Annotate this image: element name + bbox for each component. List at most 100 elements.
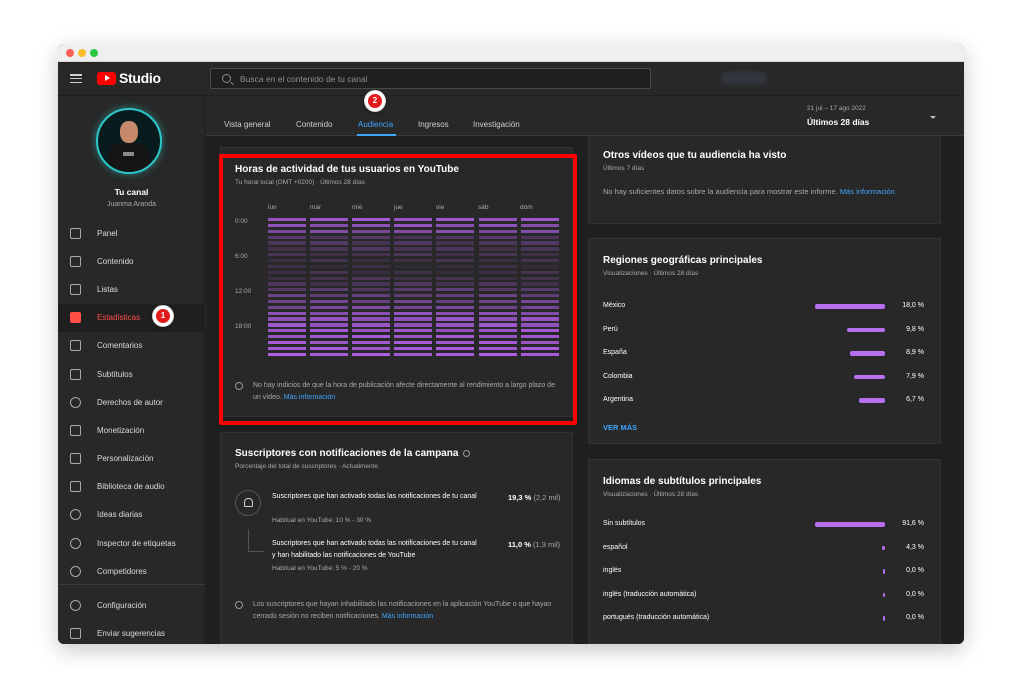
row-pct: 0,0 %	[906, 567, 924, 574]
sidebar-item-derechos[interactable]: Derechos de autor	[58, 388, 205, 416]
heatmap-cell	[394, 352, 433, 356]
tab-contenido[interactable]: Contenido	[296, 120, 332, 129]
sidebar-item-comentarios[interactable]: Comentarios	[58, 332, 205, 360]
heatmap-day-label: lun	[268, 204, 277, 211]
heatmap-cell	[352, 288, 391, 292]
sidebar-item-panel[interactable]: Panel	[58, 219, 205, 247]
heatmap-cell	[268, 218, 306, 222]
search-icon[interactable]	[222, 74, 231, 83]
subscriber-row-pct: 19,3 % (2,2 mil)	[508, 493, 561, 502]
heatmap-cell	[436, 264, 475, 269]
row-label: Argentina	[603, 396, 633, 403]
heatmap-cell	[310, 346, 349, 350]
heatmap-cell	[478, 247, 517, 251]
heatmap-cell	[436, 247, 475, 251]
heatmap-cell	[436, 276, 475, 280]
subscribers-title: Suscriptores con notificaciones de la ca…	[235, 448, 459, 459]
heatmap-cell	[436, 253, 475, 257]
heatmap-cell	[268, 270, 306, 274]
heatmap-cell	[520, 223, 559, 228]
channel-avatar[interactable]	[96, 108, 162, 174]
tab-vista-general[interactable]: Vista general	[224, 120, 271, 129]
row-bar	[883, 569, 885, 574]
ver-mas-button[interactable]: VER MÁS	[603, 423, 637, 432]
sidebar-item-configuracion[interactable]: Configuración	[58, 591, 205, 619]
sidebar-item-sugerencias[interactable]: Enviar sugerencias	[58, 619, 205, 644]
sidebar-item-inspector[interactable]: Inspector de etiquetas	[58, 529, 205, 557]
heatmap-cell	[478, 299, 517, 304]
heatmap-cell	[268, 335, 306, 339]
tab-audiencia[interactable]: Audiencia	[358, 120, 393, 129]
heatmap-cell	[310, 305, 349, 310]
row-pct: 0,0 %	[906, 614, 924, 621]
heatmap-cell	[268, 247, 306, 251]
sidebar-item-label: Listas	[97, 284, 118, 294]
heatmap-cell	[268, 329, 306, 333]
tab-ingresos[interactable]: Ingresos	[418, 120, 449, 129]
heatmap-cell	[436, 346, 475, 350]
tab-investigacion[interactable]: Investigación	[473, 120, 520, 129]
playlist-icon	[70, 283, 81, 295]
sidebar-item-label: Inspector de etiquetas	[97, 538, 176, 548]
heatmap-cell	[394, 229, 433, 233]
heatmap-cell	[352, 311, 391, 315]
heatmap-cell	[436, 299, 475, 304]
sidebar-item-label: Derechos de autor	[97, 397, 163, 407]
gear-icon	[70, 599, 81, 611]
heatmap-cell	[394, 235, 433, 239]
sidebar-item-ideas[interactable]: Ideas diarias	[58, 501, 205, 529]
browser-window: Studio Tu canal Juanma Aranda Panel Cont…	[58, 44, 964, 644]
sidebar-item-competidores[interactable]: Competidores	[58, 557, 205, 585]
heatmap-cell	[268, 317, 306, 321]
sidebar-item-listas[interactable]: Listas	[58, 275, 205, 303]
heatmap-cell	[520, 241, 559, 245]
minimize-window-button[interactable]	[78, 49, 86, 57]
heatmap-cell	[310, 241, 349, 245]
close-window-button[interactable]	[66, 49, 74, 57]
menu-icon[interactable]	[70, 74, 82, 84]
info-icon	[235, 382, 243, 390]
heatmap-cell	[310, 223, 349, 228]
sidebar-item-monetizacion[interactable]: Monetización	[58, 416, 205, 444]
heatmap-cell	[394, 346, 433, 350]
heatmap-cell	[478, 335, 517, 339]
heatmap-cell	[352, 323, 391, 327]
subscriber-row-typical: Habitual en YouTube: 5 % - 20 %	[272, 565, 368, 572]
more-info-link[interactable]: Más información	[284, 394, 335, 401]
heatmap-cell	[478, 288, 517, 292]
sidebar-item-personalizacion[interactable]: Personalización	[58, 445, 205, 473]
heatmap-cell	[310, 258, 349, 263]
heatmap-cell	[520, 258, 559, 263]
heatmap-cell	[520, 229, 559, 233]
heatmap-cell	[310, 264, 349, 269]
heatmap-cell	[394, 223, 433, 228]
more-info-link[interactable]: Más información	[382, 613, 433, 620]
heatmap-cell	[352, 282, 391, 286]
feedback-icon	[70, 627, 81, 639]
sidebar-item-subtitulos[interactable]: Subtítulos	[58, 360, 205, 388]
heatmap-cell	[436, 335, 475, 339]
row-pct: 7,9 %	[906, 372, 924, 380]
search-input[interactable]	[240, 73, 640, 84]
sidebar-item-contenido[interactable]: Contenido	[58, 247, 205, 275]
heatmap-cell	[436, 258, 475, 263]
heatmap-cell	[268, 235, 306, 239]
heatmap-cell	[352, 247, 391, 251]
activity-info: No hay indicios de que la hora de public…	[253, 382, 555, 401]
sidebar-item-estadisticas[interactable]: Estadísticas	[58, 303, 205, 332]
heatmap-cell	[436, 340, 475, 345]
studio-logo[interactable]: Studio	[97, 70, 161, 86]
help-icon[interactable]	[463, 450, 470, 457]
sidebar-item-biblioteca[interactable]: Biblioteca de audio	[58, 473, 205, 501]
heatmap-cell	[478, 229, 517, 233]
subtitles-icon	[70, 368, 81, 380]
more-info-link[interactable]: Más información	[840, 187, 895, 196]
tabs-bar: Vista general Contenido Audiencia Ingres…	[206, 96, 964, 136]
sidebar-item-label: Competidores	[97, 566, 147, 576]
heatmap-cell	[268, 340, 306, 345]
dashboard-icon	[70, 227, 81, 239]
heatmap-cell	[352, 264, 391, 269]
bell-icon	[244, 498, 253, 507]
maximize-window-button[interactable]	[90, 49, 98, 57]
heatmap-cell	[436, 218, 475, 222]
